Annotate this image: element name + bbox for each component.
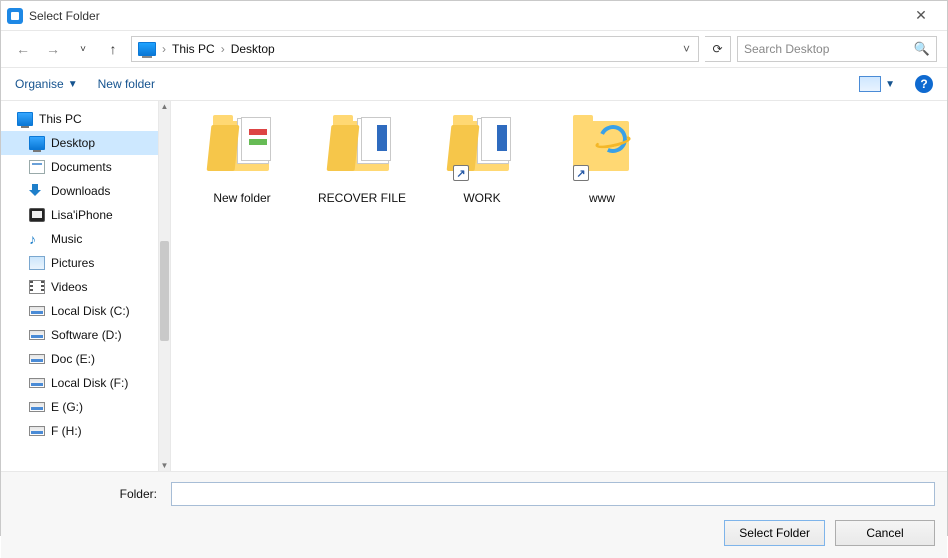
tree-root-label: This PC [39,112,82,126]
tree-item-label: Downloads [51,184,110,198]
item-label: New folder [197,191,287,205]
select-folder-button[interactable]: Select Folder [724,520,825,546]
shortcut-arrow-icon: ↗ [573,165,589,181]
folder-item-new-folder[interactable]: New folder [197,111,287,205]
tree-item-label: Software (D:) [51,328,122,342]
tree-item-doc-e[interactable]: Doc (E:) [1,347,158,371]
folder-field-label: Folder: [13,487,163,501]
phone-icon [29,208,45,222]
tree-item-label: Local Disk (F:) [51,376,128,390]
tree-item-label: Lisa'iPhone [51,208,113,222]
content-area[interactable]: New folder RECOVER FILE ↗ [171,101,947,471]
organise-label: Organise [15,77,64,91]
tree-item-videos[interactable]: Videos [1,275,158,299]
tree-item-label: E (G:) [51,400,83,414]
breadcrumb-root[interactable]: This PC [172,42,215,56]
tree-item-downloads[interactable]: Downloads [1,179,158,203]
scroll-down-icon[interactable]: ▼ [159,461,170,470]
view-options[interactable]: ▼ [859,76,895,92]
tree-item-local-disk-c[interactable]: Local Disk (C:) [1,299,158,323]
tree-item-f-h[interactable]: F (H:) [1,419,158,443]
tree-item-label: F (H:) [51,424,82,438]
this-pc-icon [138,42,156,56]
help-button[interactable]: ? [915,75,933,93]
chevron-down-icon: ▼ [68,79,78,90]
toolbar: Organise ▼ New folder ▼ ? [1,67,947,101]
forward-button[interactable]: → [41,37,65,61]
search-icon: 🔍 [914,41,930,57]
pictures-icon [29,256,45,270]
tree-item-desktop[interactable]: Desktop [1,131,158,155]
tree-item-documents[interactable]: Documents [1,155,158,179]
refresh-button[interactable]: ⟳ [705,36,731,62]
title-bar: Select Folder ✕ [1,1,947,31]
tree-item-label: Desktop [51,136,95,150]
organise-menu[interactable]: Organise ▼ [15,77,78,91]
tree-scrollbar[interactable]: ▲ ▼ [159,101,171,471]
nav-tree[interactable]: This PC Desktop Documents Downloads Lisa… [1,101,159,471]
thumbnail-view-icon [859,76,881,92]
search-placeholder: Search Desktop [744,42,914,56]
item-label: RECOVER FILE [317,191,407,205]
cancel-button[interactable]: Cancel [835,520,935,546]
breadcrumb-current[interactable]: Desktop [231,42,275,56]
close-button[interactable]: ✕ [901,7,941,24]
desktop-icon [29,136,45,150]
tree-item-label: Videos [51,280,87,294]
tree-item-label: Music [51,232,82,246]
tree-item-label: Documents [51,160,112,174]
breadcrumb-sep-icon: › [160,42,168,56]
chevron-down-icon: ▼ [885,79,895,90]
tree-root-this-pc[interactable]: This PC [1,107,158,131]
music-icon: ♪ [29,232,45,246]
address-bar[interactable]: › This PC › Desktop ˅ [131,36,699,62]
this-pc-icon [17,112,33,126]
disk-icon [29,306,45,316]
new-folder-button[interactable]: New folder [98,77,155,91]
disk-icon [29,354,45,364]
history-dropdown[interactable]: ˅ [71,37,95,61]
folder-item-recover-file[interactable]: RECOVER FILE [317,111,407,205]
tree-item-label: Doc (E:) [51,352,95,366]
nav-row: ← → ˅ ↑ › This PC › Desktop ˅ ⟳ Search D… [1,31,947,67]
back-button[interactable]: ← [11,37,35,61]
scroll-thumb[interactable] [160,241,169,341]
tree-item-e-g[interactable]: E (G:) [1,395,158,419]
tree-item-iphone[interactable]: Lisa'iPhone [1,203,158,227]
videos-icon [29,280,45,294]
breadcrumb-sep-icon: › [219,42,227,56]
shortcut-item-www[interactable]: ↗ www [557,111,647,205]
disk-icon [29,402,45,412]
footer-panel: Folder: Select Folder Cancel [1,471,947,558]
item-label: www [557,191,647,205]
tree-item-music[interactable]: ♪ Music [1,227,158,251]
shortcut-arrow-icon: ↗ [453,165,469,181]
folder-name-input[interactable] [171,482,935,506]
scroll-up-icon[interactable]: ▲ [159,102,170,111]
tree-item-local-disk-f[interactable]: Local Disk (F:) [1,371,158,395]
address-dropdown-icon[interactable]: ˅ [679,42,694,56]
downloads-icon [29,184,45,198]
search-input[interactable]: Search Desktop 🔍 [737,36,937,62]
disk-icon [29,330,45,340]
shortcut-item-work[interactable]: ↗ WORK [437,111,527,205]
tree-item-software-d[interactable]: Software (D:) [1,323,158,347]
window-title: Select Folder [29,9,100,23]
tree-item-pictures[interactable]: Pictures [1,251,158,275]
documents-icon [29,160,45,174]
disk-icon [29,378,45,388]
item-label: WORK [437,191,527,205]
up-button[interactable]: ↑ [101,37,125,61]
app-icon [7,8,23,24]
disk-icon [29,426,45,436]
tree-item-label: Pictures [51,256,94,270]
tree-item-label: Local Disk (C:) [51,304,130,318]
